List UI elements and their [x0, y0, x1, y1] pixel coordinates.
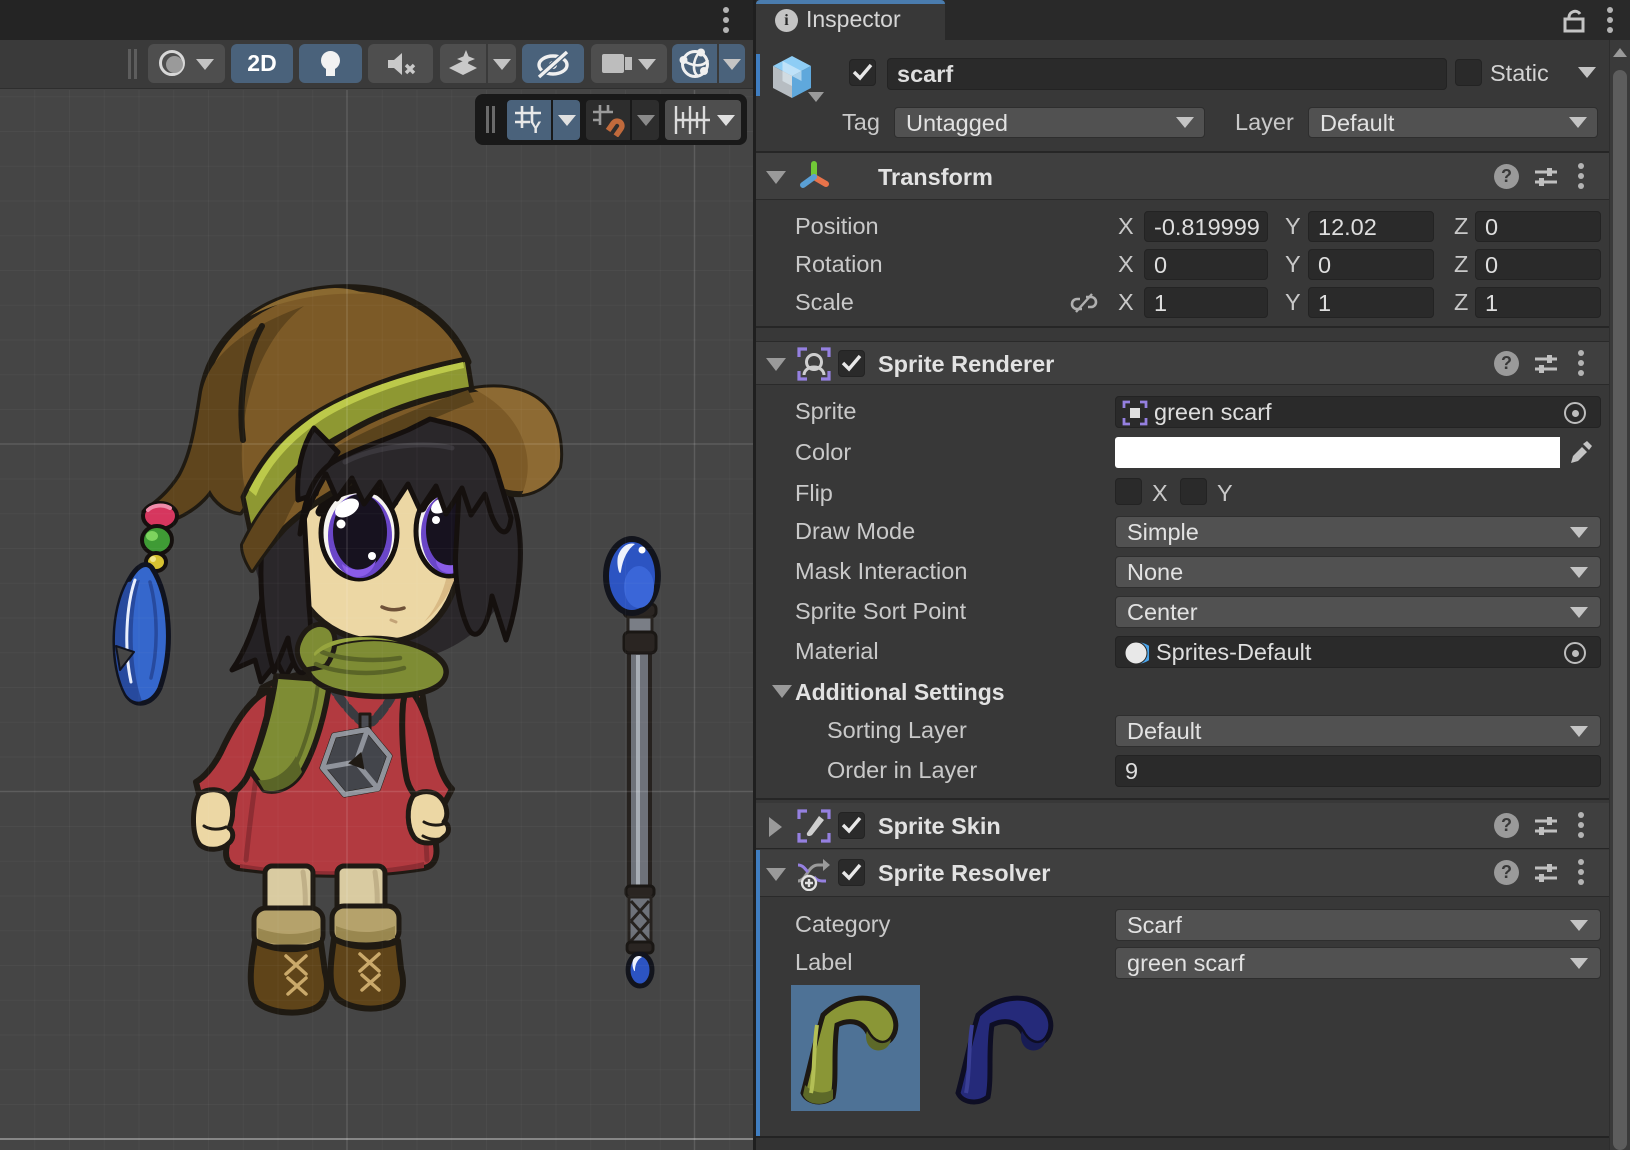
svg-text:Y: Y — [530, 118, 542, 136]
